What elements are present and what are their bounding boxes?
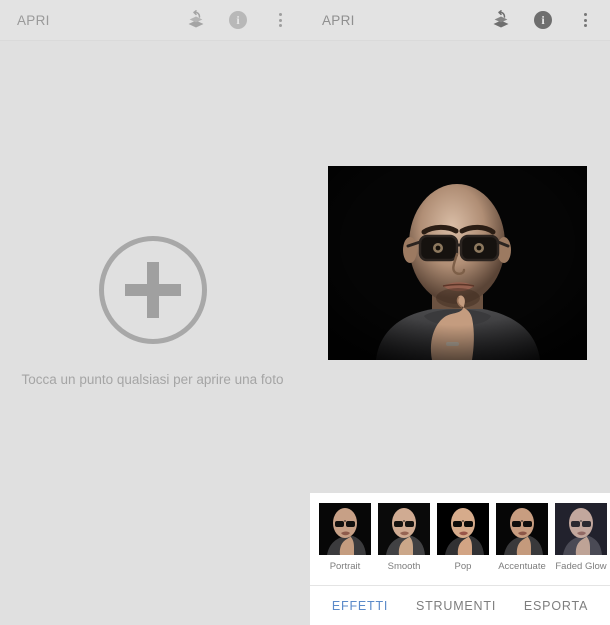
info-icon-glyph: i [534,11,552,29]
effect-label: Pop [454,561,472,572]
effect-thumbnail [378,503,430,555]
right-appbar: APRI i [305,0,610,41]
main-photo[interactable] [328,166,587,360]
plus-icon[interactable] [98,236,207,344]
empty-state-hint: Tocca un punto qualsiasi per aprire una … [21,372,284,387]
layers-icon-glyph [491,10,511,30]
effect-item-faded-glow[interactable]: Faded Glow [554,503,608,572]
right-panel: APRI i Portrait Smooth Pop Accentuate Fa… [305,0,610,625]
effects-strip[interactable]: Portrait Smooth Pop Accentuate Faded Glo… [310,493,610,572]
effect-thumb-accentuate [496,503,548,555]
effect-item-pop[interactable]: Pop [436,503,490,572]
left-appbar: APRI i [0,0,305,41]
effects-panel: Portrait Smooth Pop Accentuate Faded Glo… [310,493,610,625]
effect-label: Smooth [387,561,421,572]
effect-item-accentuate[interactable]: Accentuate [495,503,549,572]
effect-thumbnail [555,503,607,555]
tab-effetti[interactable]: EFFETTI [328,593,392,619]
tab-strumenti[interactable]: STRUMENTI [412,593,500,619]
info-icon[interactable]: i [532,9,554,31]
left-appbar-actions: i [185,9,291,31]
effect-label: Portrait [329,561,361,572]
photo-stage: Portrait Smooth Pop Accentuate Faded Glo… [305,41,610,625]
info-icon[interactable]: i [227,9,249,31]
more-vertical-icon[interactable] [269,9,291,31]
effect-label: Accentuate [498,561,546,572]
effect-thumbnail [319,503,371,555]
effect-item-smooth[interactable]: Smooth [377,503,431,572]
open-photo-empty-state[interactable]: Tocca un punto qualsiasi per aprire una … [0,41,305,625]
effect-thumb-portrait [319,503,371,555]
effect-item-portrait[interactable]: Portrait [318,503,372,572]
app-screen: APRI i Tocca un punto qualsiasi per apri… [0,0,610,625]
effect-label: Faded Glow [555,561,607,572]
left-appbar-title: APRI [17,12,50,28]
tab-esporta[interactable]: ESPORTA [520,593,592,619]
portrait-photo [328,166,587,360]
info-icon-glyph: i [229,11,247,29]
effect-thumbnail [496,503,548,555]
effect-thumb-pop [437,503,489,555]
right-appbar-title: APRI [322,12,355,28]
effect-thumb-faded-glow [555,503,607,555]
right-appbar-actions: i [490,9,596,31]
more-vertical-icon[interactable] [574,9,596,31]
left-panel: APRI i Tocca un punto qualsiasi per apri… [0,0,305,625]
layers-icon[interactable] [185,9,207,31]
more-vertical-icon-glyph [278,13,282,27]
layers-icon-glyph [186,10,206,30]
bottom-tabbar: EFFETTI STRUMENTI ESPORTA [310,585,610,625]
layers-icon[interactable] [490,9,512,31]
more-vertical-icon-glyph [583,13,587,27]
effect-thumbnail [437,503,489,555]
effect-thumb-smooth [378,503,430,555]
